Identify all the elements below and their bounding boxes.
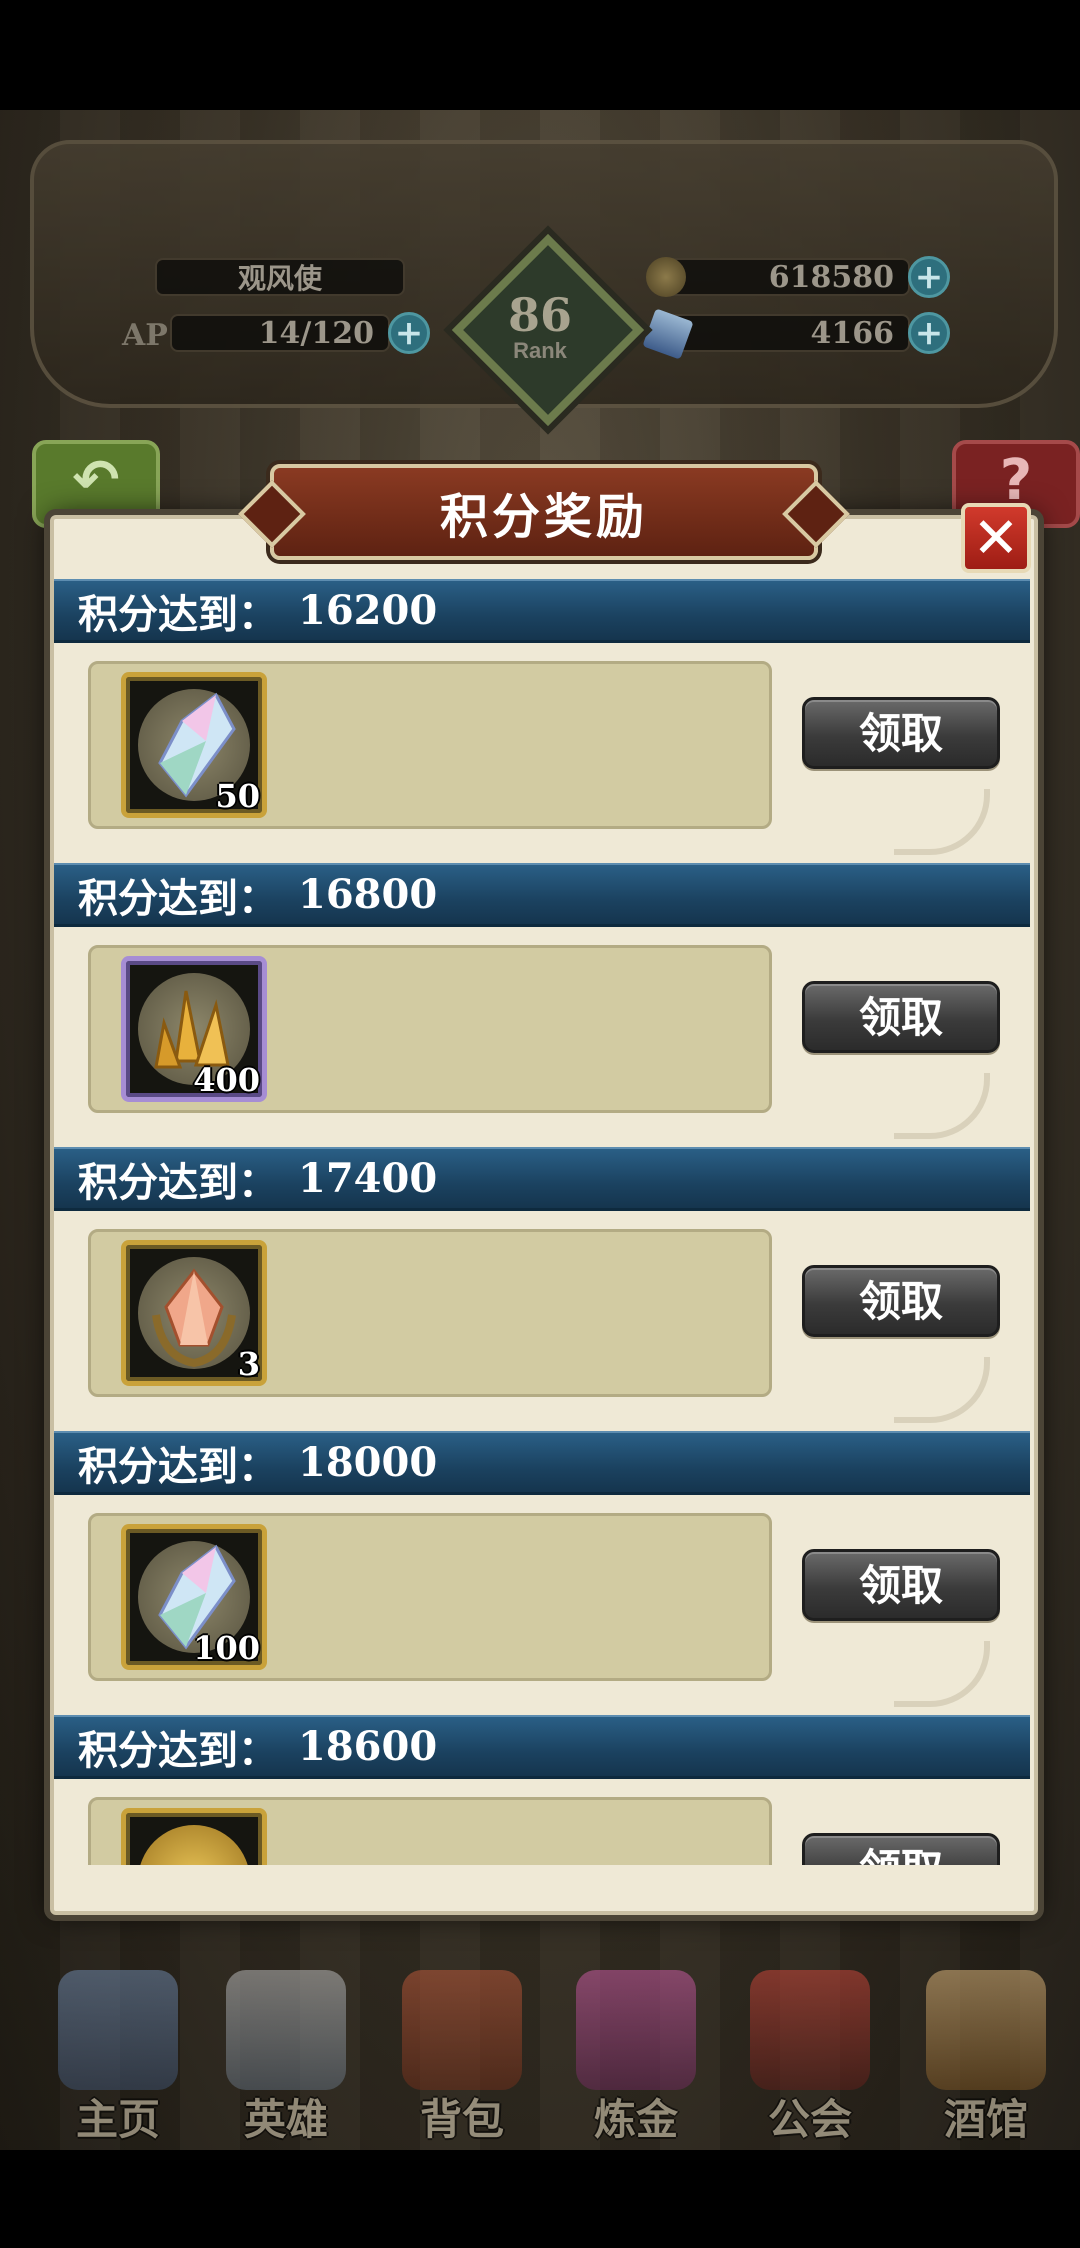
gold-amount: 618580: [660, 258, 910, 296]
item-count: 50: [215, 777, 260, 815]
claim-button[interactable]: 领取: [802, 981, 1000, 1053]
reward-items-area: 3: [88, 1229, 772, 1397]
orange-gem-laurel-icon[interactable]: 3: [121, 1240, 267, 1386]
reward-row-header: 积分达到： 18600: [54, 1715, 1030, 1779]
gold-coin-icon[interactable]: [121, 1808, 267, 1865]
nav-item-home[interactable]: 主页: [38, 1960, 198, 2150]
rank-label: Rank: [513, 338, 567, 363]
item-count: 3: [237, 1345, 260, 1383]
nav-label: 酒馆: [943, 2095, 1028, 2144]
threshold-score: 16200: [298, 587, 438, 634]
add-gem-button[interactable]: +: [908, 312, 950, 354]
claim-button[interactable]: 领取: [802, 1833, 1000, 1865]
status-bar: [0, 0, 1080, 110]
nav-item-backpack[interactable]: 背包: [382, 1960, 542, 2150]
ap-value: 14/120: [170, 314, 390, 352]
backpack-icon: [402, 1970, 522, 2090]
reward-row-body: 50 领取: [54, 643, 1030, 863]
threshold-score: 18000: [298, 1439, 438, 1486]
reward-items-area: [88, 1797, 772, 1865]
reward-items-area: 100: [88, 1513, 772, 1681]
bottom-nav: 主页 英雄 背包 炼金 公会 酒馆: [0, 1960, 1080, 2150]
alchemy-flask-icon: [576, 1970, 696, 2090]
reward-row-body: 400 领取: [54, 927, 1030, 1147]
reward-row-body: 领取: [54, 1779, 1030, 1865]
hero-helmet-icon: [226, 1970, 346, 2090]
threshold-score: 17400: [298, 1155, 438, 1202]
reward-row-header: 积分达到： 17400: [54, 1147, 1030, 1211]
reward-row-header: 积分达到： 16200: [54, 579, 1030, 643]
nav-label: 英雄: [243, 2095, 328, 2144]
ap-label: AP: [122, 318, 168, 353]
reward-row-header: 积分达到： 18000: [54, 1431, 1030, 1495]
threshold-label: 积分达到：: [78, 1442, 278, 1490]
reward-row: 积分达到： 18600 领取: [54, 1715, 1030, 1865]
system-nav-bar: [0, 2150, 1080, 2248]
corner-ornament: [894, 1641, 990, 1707]
claim-button[interactable]: 领取: [802, 1265, 1000, 1337]
dialog-title: 积分奖励: [270, 464, 818, 560]
add-gold-button[interactable]: +: [908, 256, 950, 298]
threshold-label: 积分达到：: [78, 874, 278, 922]
nav-item-alchemy[interactable]: 炼金: [556, 1960, 716, 2150]
claim-button[interactable]: 领取: [802, 697, 1000, 769]
nav-item-heroes[interactable]: 英雄: [206, 1960, 366, 2150]
item-count: 400: [193, 1061, 260, 1099]
player-name: 观风使: [155, 258, 405, 296]
reward-row: 积分达到： 18000 100 领取: [54, 1431, 1030, 1715]
back-arrow-icon: ↶: [72, 448, 120, 513]
tavern-mug-icon: [926, 1970, 1046, 2090]
nav-label: 背包: [419, 2095, 504, 2144]
rainbow-crystal-icon[interactable]: 50: [121, 672, 267, 818]
nav-label: 公会: [767, 2095, 852, 2144]
reward-row-body: 3 领取: [54, 1211, 1030, 1431]
guild-shield-icon: [750, 1970, 870, 2090]
add-ap-button[interactable]: +: [388, 312, 430, 354]
threshold-label: 积分达到：: [78, 1726, 278, 1774]
threshold-score: 16800: [298, 871, 438, 918]
close-button[interactable]: ✕: [961, 503, 1031, 573]
claim-button[interactable]: 领取: [802, 1549, 1000, 1621]
corner-ornament: [894, 1357, 990, 1423]
reward-row: 积分达到： 16800 400 领取: [54, 863, 1030, 1147]
reward-items-area: 50: [88, 661, 772, 829]
item-count: 100: [193, 1629, 260, 1667]
rank-value: 86: [507, 288, 572, 342]
threshold-score: 18600: [298, 1723, 438, 1770]
reward-row-header: 积分达到： 16800: [54, 863, 1030, 927]
gold-coin-icon: [646, 257, 686, 297]
nav-item-tavern[interactable]: 酒馆: [906, 1960, 1066, 2150]
nav-label: 主页: [75, 2095, 160, 2144]
reward-items-area: 400: [88, 945, 772, 1113]
nav-label: 炼金: [593, 2095, 678, 2144]
points-reward-dialog: 积分达到： 16200 50 领取 积分达到： 16800 400 领取 积分达…: [50, 515, 1038, 1915]
rainbow-crystal-icon[interactable]: 100: [121, 1524, 267, 1670]
reward-row-body: 100 领取: [54, 1495, 1030, 1715]
gem-amount: 4166: [660, 314, 910, 352]
reward-row: 积分达到： 17400 3 领取: [54, 1147, 1030, 1431]
gold-crystal-cluster-icon[interactable]: 400: [121, 956, 267, 1102]
reward-list[interactable]: 积分达到： 16200 50 领取 积分达到： 16800 400 领取 积分达…: [54, 579, 1030, 1865]
castle-icon: [58, 1970, 178, 2090]
reward-row: 积分达到： 16200 50 领取: [54, 579, 1030, 863]
threshold-label: 积分达到：: [78, 590, 278, 638]
corner-ornament: [894, 789, 990, 855]
nav-item-guild[interactable]: 公会: [730, 1960, 890, 2150]
corner-ornament: [894, 1073, 990, 1139]
threshold-label: 积分达到：: [78, 1158, 278, 1206]
